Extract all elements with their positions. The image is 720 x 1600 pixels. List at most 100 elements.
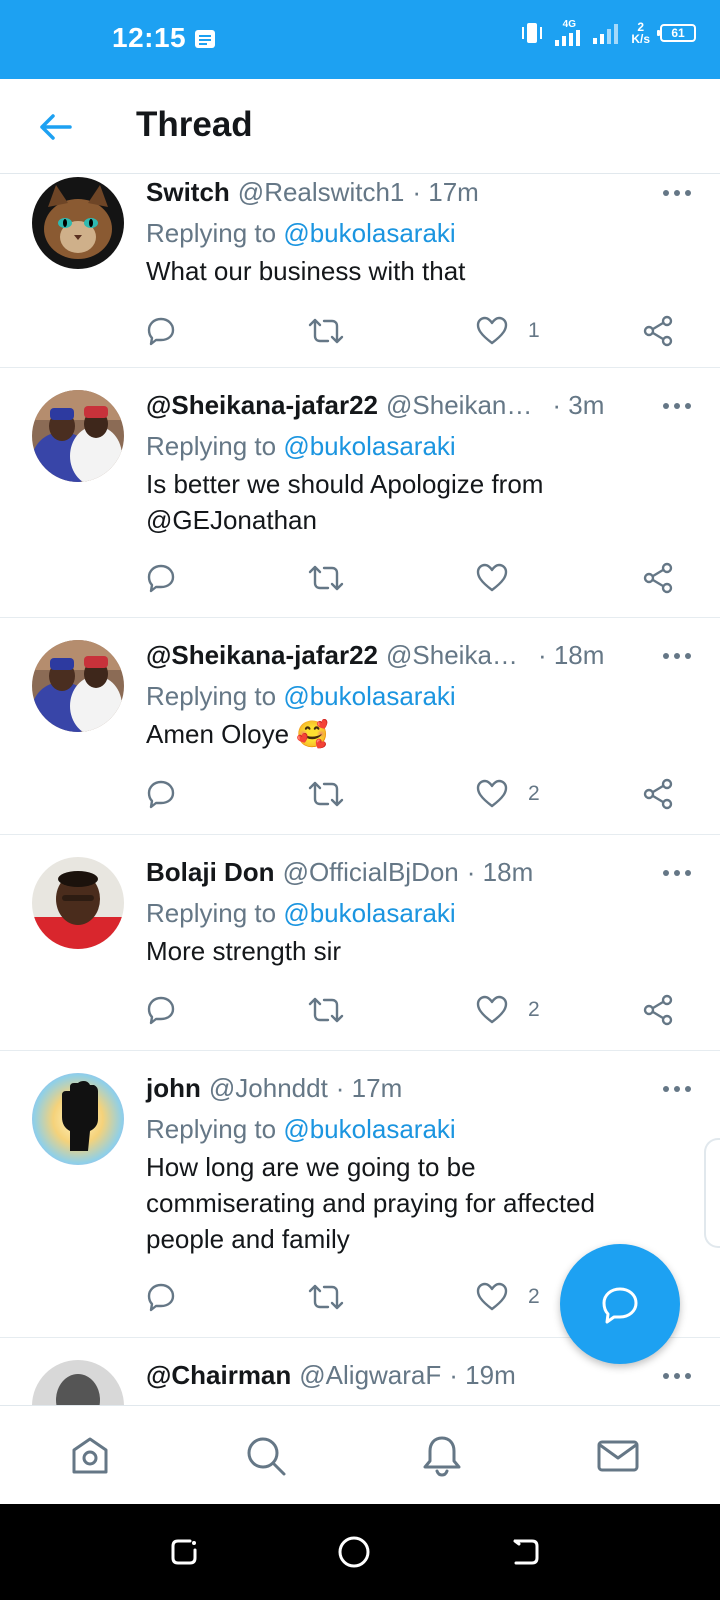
share-icon: [643, 562, 673, 594]
data-speed: 2 K/s: [631, 21, 650, 45]
reply-mention-link[interactable]: @bukolasaraki: [283, 681, 455, 711]
more-options-button[interactable]: [660, 646, 694, 666]
tweet[interactable]: Bolaji Don @OfficialBjDon · 18m Replying…: [0, 835, 720, 1051]
avatar[interactable]: [32, 177, 124, 269]
system-back-button[interactable]: [506, 1532, 546, 1572]
nav-home[interactable]: [66, 1432, 114, 1480]
replying-to: Replying to @bukolasaraki: [146, 678, 694, 714]
tweet-actions: 2: [146, 774, 686, 814]
author-name[interactable]: @Sheikana-jafar22: [146, 638, 378, 672]
heart-icon: [476, 779, 508, 808]
retweet-button[interactable]: [308, 990, 344, 1030]
replying-to-label: Replying to: [146, 218, 284, 248]
tweet[interactable]: Switch @Realswitch1 · 17m Replying to @b…: [0, 175, 720, 368]
reply-mention-link[interactable]: @bukolasaraki: [283, 898, 455, 928]
share-button[interactable]: [642, 311, 674, 351]
retweet-button[interactable]: [308, 311, 344, 351]
tweet-actions: [146, 558, 686, 598]
page-title: Thread: [136, 105, 253, 144]
back-gesture-icon: [513, 1539, 539, 1565]
text-mention-link[interactable]: @GEJonathan: [146, 502, 694, 538]
more-options-button[interactable]: [660, 1366, 694, 1386]
tweet[interactable]: @Sheikana-jafar22 @Sheika… · 18m Replyin…: [0, 618, 720, 835]
tweet-text: What our business with that: [146, 256, 466, 286]
tweet-body: Switch @Realswitch1 · 17m Replying to @b…: [146, 175, 694, 289]
battery-icon: 61: [657, 24, 696, 42]
tweet[interactable]: @Sheikana-jafar22 @Sheikan… · 3m Replyin…: [0, 368, 720, 618]
share-button[interactable]: [642, 558, 674, 598]
more-options-button[interactable]: [660, 396, 694, 416]
like-button[interactable]: 2: [476, 774, 540, 814]
edge-panel-handle[interactable]: [704, 1138, 720, 1248]
person-avatar-image: [32, 857, 124, 949]
author-name[interactable]: Bolaji Don: [146, 855, 275, 889]
avatar[interactable]: [32, 390, 124, 482]
reply-button[interactable]: [146, 990, 176, 1030]
reply-mention-link[interactable]: @bukolasaraki: [283, 431, 455, 461]
people-avatar-image: [32, 640, 124, 732]
nav-messages[interactable]: [594, 1432, 642, 1480]
nav-notifications[interactable]: [418, 1432, 466, 1480]
like-button[interactable]: 1: [476, 311, 540, 351]
more-horizontal-icon: [663, 653, 669, 659]
replying-to-label: Replying to: [146, 681, 284, 711]
vibrate-icon: [522, 23, 543, 43]
more-options-button[interactable]: [660, 183, 694, 203]
avatar[interactable]: [32, 857, 124, 949]
reply-mention-link[interactable]: @bukolasaraki: [283, 1114, 455, 1144]
reply-button[interactable]: [146, 774, 176, 814]
tweet-body: Bolaji Don @OfficialBjDon · 18m Replying…: [146, 855, 694, 969]
tweet-time: · 18m: [537, 640, 605, 670]
replying-to: Replying to @bukolasaraki: [146, 1111, 694, 1147]
author-handle[interactable]: @Sheikan…: [386, 388, 532, 422]
author-handle[interactable]: @Johnddt: [209, 1071, 328, 1105]
retweet-icon: [308, 997, 344, 1023]
status-indicators: 4G 2 K/s 61: [519, 20, 696, 46]
compose-reply-button[interactable]: [560, 1244, 680, 1364]
status-bar: 12:15 4G 2 K/s 61: [0, 0, 720, 79]
people-avatar-image: [32, 390, 124, 482]
author-handle[interactable]: @OfficialBjDon: [283, 855, 459, 889]
bell-icon: [423, 1436, 461, 1477]
share-button[interactable]: [642, 990, 674, 1030]
more-horizontal-icon: [663, 870, 669, 876]
back-button[interactable]: [36, 107, 76, 147]
thread-feed[interactable]: Switch @Realswitch1 · 17m Replying to @b…: [0, 175, 720, 1405]
heart-icon: [476, 995, 508, 1024]
like-button[interactable]: 2: [476, 990, 540, 1030]
more-options-button[interactable]: [660, 863, 694, 883]
home-icon: [72, 1437, 108, 1474]
search-icon: [247, 1437, 286, 1476]
more-options-button[interactable]: [660, 1079, 694, 1099]
author-name[interactable]: john: [146, 1071, 201, 1105]
author-name[interactable]: @Sheikana-jafar22: [146, 388, 378, 422]
like-count: 2: [528, 998, 540, 1021]
reply-button[interactable]: [146, 1277, 176, 1317]
system-home-button[interactable]: [334, 1532, 374, 1572]
author-handle[interactable]: @Sheika…: [386, 638, 518, 672]
battery-level: 61: [671, 26, 685, 40]
reply-mention-link[interactable]: @bukolasaraki: [283, 218, 455, 248]
like-button[interactable]: [476, 558, 528, 598]
tweet-time: · 3m: [552, 390, 605, 420]
more-horizontal-icon: [663, 1086, 669, 1092]
share-button[interactable]: [642, 774, 674, 814]
retweet-button[interactable]: [308, 1277, 344, 1317]
avatar[interactable]: [32, 640, 124, 732]
tweet-time: · 17m: [335, 1073, 403, 1103]
avatar[interactable]: [32, 1073, 124, 1165]
retweet-button[interactable]: [308, 774, 344, 814]
avatar[interactable]: [32, 1360, 124, 1405]
author-name[interactable]: @Chairman: [146, 1358, 291, 1392]
author-handle[interactable]: @AligwaraF: [299, 1358, 441, 1392]
retweet-button[interactable]: [308, 558, 344, 598]
system-navigation-bar: [0, 1504, 720, 1600]
author-name[interactable]: Switch: [146, 175, 230, 209]
reply-button[interactable]: [146, 558, 176, 598]
tweet-time: · 17m: [412, 177, 479, 207]
system-recents-button[interactable]: [164, 1532, 204, 1572]
reply-button[interactable]: [146, 311, 176, 351]
author-handle[interactable]: @Realswitch1: [238, 175, 405, 209]
like-button[interactable]: 2: [476, 1277, 540, 1317]
nav-search[interactable]: [242, 1432, 290, 1480]
